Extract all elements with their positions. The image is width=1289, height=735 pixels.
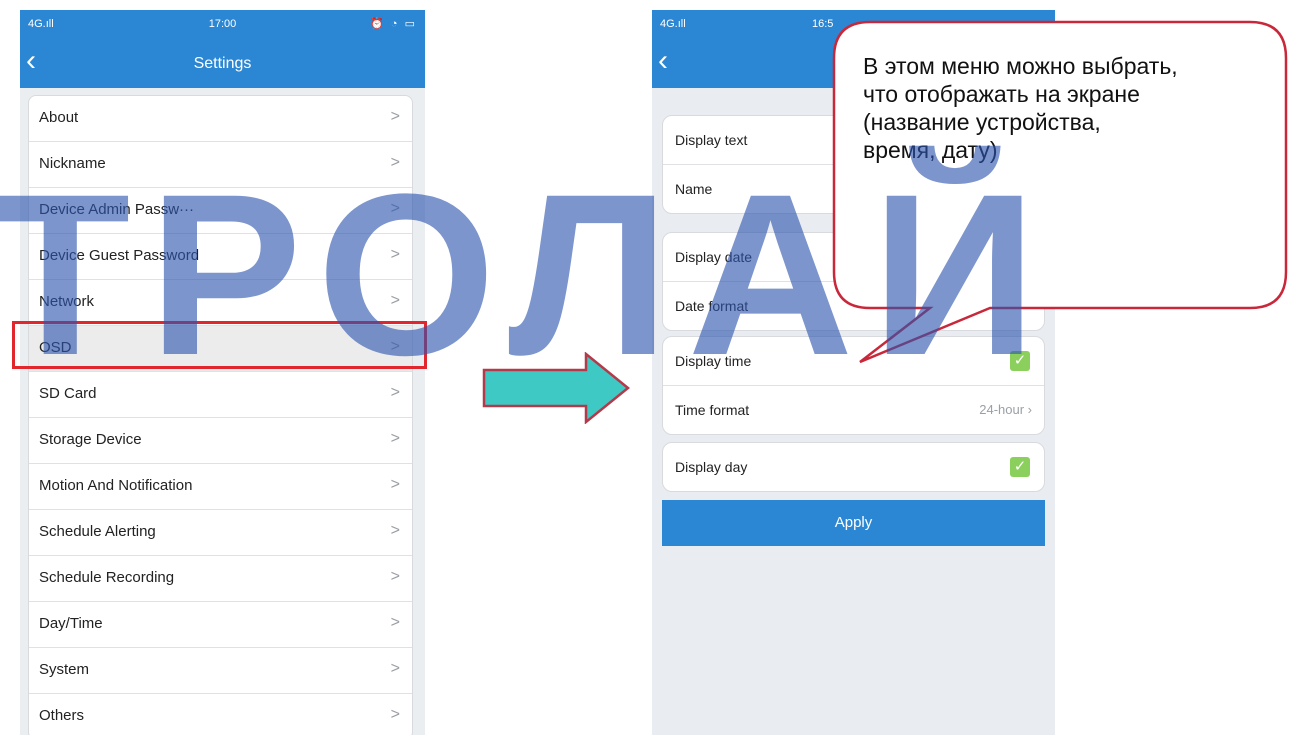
apply-button[interactable]: Apply <box>662 500 1045 546</box>
settings-item-label: Others <box>39 707 85 724</box>
settings-item-sd-card[interactable]: SD Card > <box>29 372 412 418</box>
name-label: Name <box>675 181 713 197</box>
settings-item-device-guest-password[interactable]: Device Guest Password > <box>29 234 412 280</box>
chevron-right-icon: > <box>390 568 400 585</box>
settings-item-storage-device[interactable]: Storage Device > <box>29 418 412 464</box>
page-title: Settings <box>193 55 252 72</box>
settings-screen: 4G.ıll 17:00 ⏰ ◔ ▭ ‹ Settings About > Nic… <box>20 10 425 735</box>
display-date-label: Display date <box>675 249 753 265</box>
settings-item-label: Schedule Recording <box>39 569 175 586</box>
settings-item-nickname[interactable]: Nickname > <box>29 142 412 188</box>
settings-item-network[interactable]: Network > <box>29 280 412 326</box>
chevron-right-icon: > <box>390 154 400 171</box>
settings-item-label: SD Card <box>39 385 97 402</box>
chevron-right-icon: > <box>390 246 400 263</box>
time-format-row[interactable]: Time format 24-hour › <box>663 386 1044 434</box>
settings-list: About > Nickname > Device Admin Passw··· > … <box>28 95 413 735</box>
settings-item-label: Network <box>39 293 95 310</box>
settings-item-label: Schedule Alerting <box>39 523 156 540</box>
settings-item-schedule-recording[interactable]: Schedule Recording > <box>29 556 412 602</box>
display-text-label: Display text <box>675 132 748 148</box>
back-icon[interactable]: ‹ <box>658 46 668 76</box>
chevron-right-icon: > <box>390 384 400 401</box>
settings-item-device-admin-password[interactable]: Device Admin Passw··· > <box>29 188 412 234</box>
settings-item-label: Storage Device <box>39 431 142 448</box>
chevron-right-icon: > <box>390 614 400 631</box>
time-format-value: 24-hour › <box>979 402 1032 417</box>
chevron-right-icon: > <box>390 200 400 217</box>
date-format-label: Date format <box>675 298 749 314</box>
display-day-row: Display day ✓ <box>663 443 1044 491</box>
chevron-right-icon: > <box>390 292 400 309</box>
settings-item-label: System <box>39 661 90 678</box>
settings-item-label: Device Admin Passw··· <box>39 201 195 218</box>
callout-text: В этом меню можно выбрать, что отображат… <box>863 53 1178 163</box>
chevron-right-icon: > <box>390 430 400 447</box>
display-day-group: Display day ✓ <box>662 442 1045 492</box>
chevron-right-icon: > <box>390 660 400 677</box>
settings-item-label: Day/Time <box>39 615 103 632</box>
time-format-label: Time format <box>675 402 750 418</box>
settings-item-about[interactable]: About > <box>29 96 412 142</box>
display-day-label: Display day <box>675 459 748 475</box>
chevron-right-icon: > <box>390 522 400 539</box>
nav-bar: ‹ Settings <box>20 40 425 88</box>
settings-item-others[interactable]: Others > <box>29 694 412 735</box>
display-time-label: Display time <box>675 353 752 369</box>
settings-item-system[interactable]: System > <box>29 648 412 694</box>
display-day-checkbox[interactable]: ✓ <box>1010 457 1030 477</box>
status-icons: ⏰ ◔ ▭ <box>370 18 417 30</box>
settings-item-schedule-alerting[interactable]: Schedule Alerting > <box>29 510 412 556</box>
arrow-right-icon <box>482 352 630 424</box>
osd-highlight-box <box>12 321 427 369</box>
settings-item-label: About <box>39 109 79 126</box>
chevron-right-icon: > <box>390 476 400 493</box>
status-time: 17:00 <box>208 18 237 30</box>
settings-item-day-time[interactable]: Day/Time > <box>29 602 412 648</box>
settings-item-label: Motion And Notification <box>39 477 193 494</box>
chevron-right-icon: > <box>390 108 400 125</box>
status-bar: 4G.ıll 17:00 ⏰ ◔ ▭ <box>20 10 425 40</box>
settings-item-label: Nickname <box>39 155 106 172</box>
settings-item-motion-notification[interactable]: Motion And Notification > <box>29 464 412 510</box>
chevron-right-icon: > <box>390 706 400 723</box>
signal-indicator: 4G.ıll <box>660 18 686 30</box>
settings-item-label: Device Guest Password <box>39 247 200 264</box>
